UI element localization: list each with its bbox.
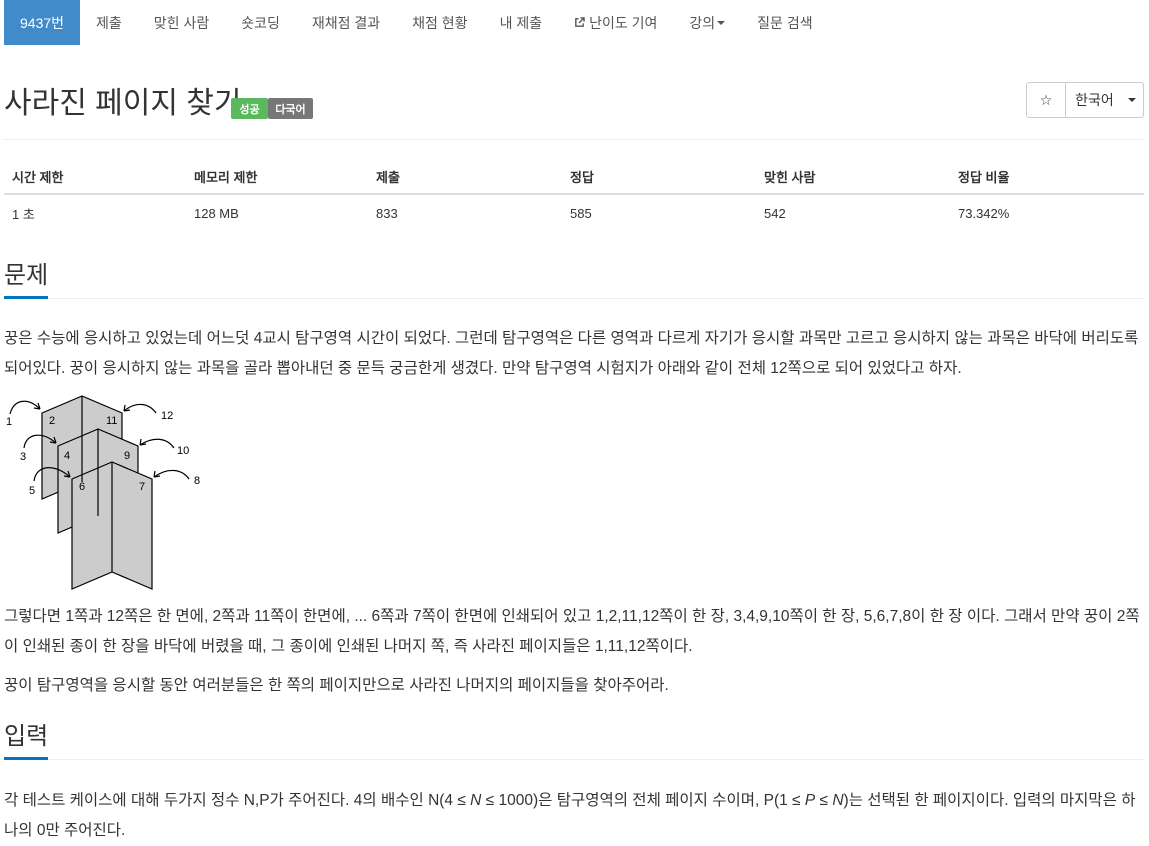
- value-time-limit: 1 초: [12, 206, 35, 222]
- nav-problem-number[interactable]: 9437번: [4, 0, 81, 45]
- header-accepted: 정답: [562, 160, 756, 195]
- input-var-p: P: [804, 792, 816, 809]
- page-label-12: 12: [161, 410, 173, 422]
- input-text-b: ≤ 1000)은 탐구영역의 전체 페이지 수이며, P(1 ≤: [481, 792, 805, 809]
- nav-lecture-label: 강의: [689, 14, 716, 31]
- page-label-10: 10: [177, 445, 189, 457]
- nav-lecture-dropdown[interactable]: 강의: [673, 0, 741, 45]
- page-label-11: 11: [106, 415, 117, 427]
- page-label-5: 5: [29, 485, 35, 497]
- input-var-n: N: [470, 792, 482, 809]
- header-memory-limit: 메모리 제한: [186, 160, 368, 195]
- problem-actions: ☆ 한국어: [1026, 82, 1144, 118]
- problem-heading-text: 문제: [4, 262, 49, 299]
- problem-paragraph-2: 그렇다면 1쪽과 12쪽은 한 면에, 2쪽과 11쪽이 한면에, ... 6쪽…: [4, 608, 1140, 655]
- input-section-heading: 입력: [4, 723, 1144, 760]
- header-solved-users: 맞힌 사람: [756, 160, 950, 195]
- caret-down-icon: [717, 20, 726, 25]
- star-button[interactable]: ☆: [1027, 83, 1066, 117]
- table-row: 1 초 128 MB 833 585 542 73.342%: [4, 194, 1144, 231]
- external-link-icon: [575, 17, 585, 27]
- page-label-6: 6: [79, 481, 85, 493]
- input-heading-text: 입력: [4, 723, 49, 760]
- nav-solved-users[interactable]: 맞힌 사람: [138, 0, 225, 45]
- problem-nav: 9437번 제출 맞힌 사람 숏코딩 재채점 결과 채점 현황 내 제출 난이도…: [4, 0, 829, 45]
- nav-status[interactable]: 채점 현황: [396, 0, 483, 45]
- nav-difficulty-label: 난이도 기여: [589, 14, 658, 31]
- nav-question-search[interactable]: 질문 검색: [741, 0, 828, 45]
- problem-title: 사라진 페이지 찾기: [4, 87, 242, 120]
- page-label-4: 4: [64, 450, 70, 462]
- page-fold-figure: 1 2 11 12 3 4 9 10 5 6 7 8: [6, 395, 200, 590]
- header-submissions: 제출: [368, 160, 562, 195]
- language-select[interactable]: 한국어: [1066, 83, 1143, 117]
- nav-my-submissions[interactable]: 내 제출: [484, 0, 559, 45]
- input-paragraph: 각 테스트 케이스에 대해 두가지 정수 N,P가 주어진다. 4의 배수인 N…: [4, 786, 1149, 846]
- value-submissions: 833: [376, 205, 398, 221]
- header-accept-ratio: 정답 비율: [950, 160, 1144, 195]
- input-var-n2: N: [832, 792, 844, 809]
- page-label-8: 8: [194, 475, 200, 487]
- page-label-3: 3: [20, 451, 26, 463]
- nav-difficulty-contribute[interactable]: 난이도 기여: [558, 0, 673, 45]
- page-label-7: 7: [139, 481, 145, 493]
- value-memory-limit: 128 MB: [194, 205, 239, 221]
- page-label-9: 9: [124, 450, 130, 462]
- value-accept-ratio: 73.342%: [958, 205, 1010, 221]
- input-text-a: 각 테스트 케이스에 대해 두가지 정수 N,P가 주어진다. 4의 배수인 N…: [4, 792, 471, 809]
- problem-info-table: 시간 제한 메모리 제한 제출 정답 맞힌 사람 정답 비율 1 초 128 M…: [4, 160, 1144, 231]
- caret-down-icon: [1127, 98, 1136, 102]
- header-time-limit: 시간 제한: [4, 160, 186, 195]
- input-text-c: ≤: [815, 792, 833, 809]
- problem-paragraph-1: 꿍은 수능에 응시하고 있었는데 어느덧 4교시 탐구영역 시간이 되었다. 그…: [4, 330, 1139, 377]
- value-solved-users: 542: [764, 205, 786, 221]
- page-label-2: 2: [49, 415, 55, 427]
- nav-short-coding[interactable]: 숏코딩: [225, 0, 296, 45]
- nav-rejudge-results[interactable]: 재채점 결과: [296, 0, 396, 45]
- language-select-value: 한국어: [1075, 92, 1114, 108]
- problem-section-heading: 문제: [4, 262, 1144, 299]
- table-header-row: 시간 제한 메모리 제한 제출 정답 맞힌 사람 정답 비율: [4, 160, 1144, 195]
- page-label-1: 1: [6, 416, 12, 428]
- status-badge: 성공: [231, 98, 268, 119]
- problem-paragraph-3: 꿍이 탐구영역을 응시할 동안 여러분들은 한 쪽의 페이지만으로 사라진 나머…: [4, 677, 669, 694]
- language-badge: 다국어: [268, 98, 313, 119]
- nav-submit[interactable]: 제출: [80, 0, 138, 45]
- value-accepted: 585: [570, 205, 592, 221]
- problem-header: 사라진 페이지 찾기 성공 다국어 ☆ 한국어: [4, 82, 1144, 140]
